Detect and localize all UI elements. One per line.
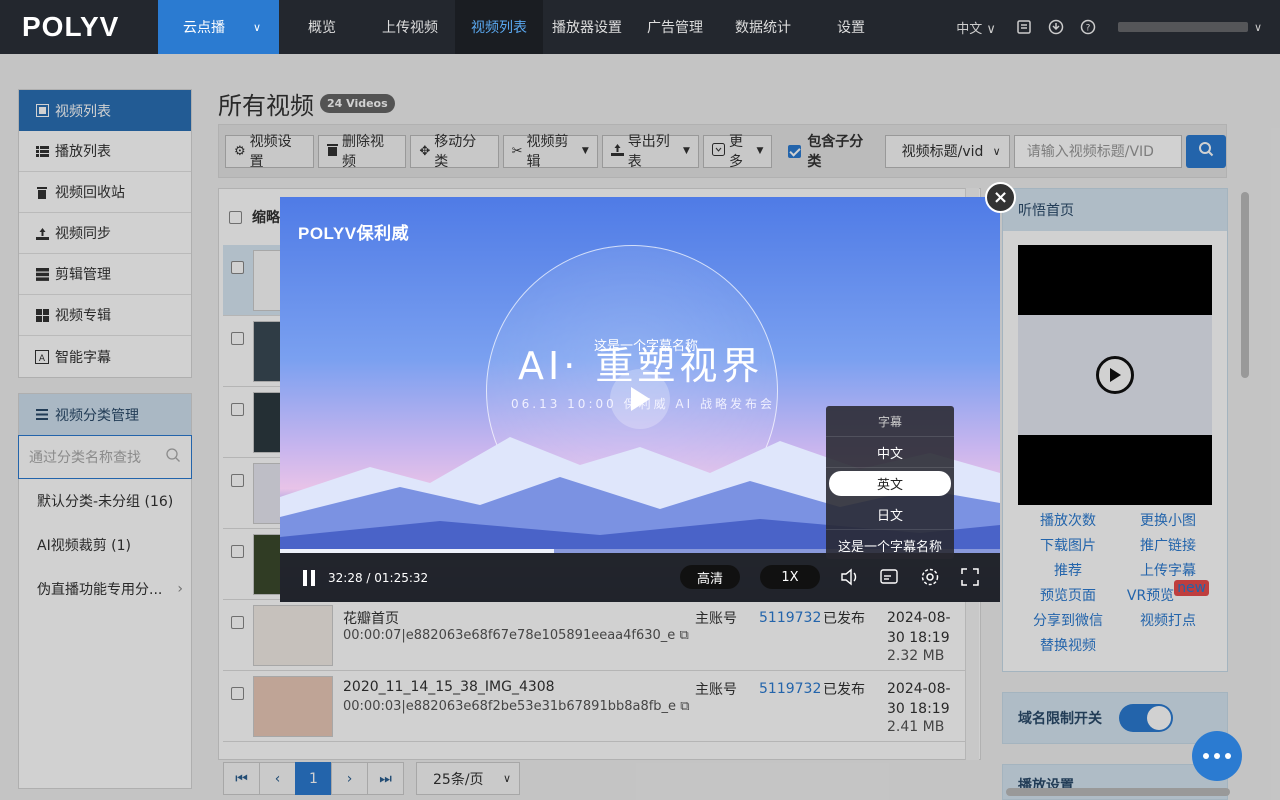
volume-icon[interactable] — [839, 566, 861, 588]
polyv-logo[interactable]: POLYV — [0, 0, 158, 54]
language-label: 中文 — [956, 21, 983, 37]
svg-text:?: ? — [1086, 24, 1091, 34]
top-right-tools: 中文 ∨ ? ∨ — [956, 0, 1280, 54]
nav-video-list[interactable]: 视频列表 — [455, 0, 543, 54]
nav-player-settings[interactable]: 播放器设置 — [543, 0, 631, 54]
top-nav: POLYV 云点播 ∨ 概览 上传视频 视频列表 播放器设置 广告管理 数据统计… — [0, 0, 1280, 54]
nav-upload[interactable]: 上传视频 — [365, 0, 455, 54]
account-chevron-icon[interactable]: ∨ — [1254, 21, 1262, 34]
chat-icon — [1203, 753, 1231, 759]
subtitle-menu: 字幕 中文 英文 日文 这是一个字幕名称 — [826, 406, 954, 559]
account-name[interactable] — [1117, 22, 1248, 32]
pause-icon[interactable] — [302, 569, 316, 586]
product-switcher[interactable]: 云点播 ∨ — [158, 0, 279, 54]
player-brand-logo: POLYV保利威 — [298, 224, 410, 243]
document-icon[interactable] — [1014, 17, 1034, 37]
time-display: 32:28 / 01:25:32 — [328, 570, 429, 585]
play-icon — [631, 387, 650, 411]
close-icon[interactable]: × — [985, 182, 1016, 213]
subtitle-menu-title: 字幕 — [826, 406, 954, 437]
nav-ads[interactable]: 广告管理 — [631, 0, 719, 54]
nav-stats[interactable]: 数据统计 — [719, 0, 807, 54]
language-switch[interactable]: 中文 ∨ — [956, 18, 996, 37]
nav-overview[interactable]: 概览 — [279, 0, 365, 54]
download-icon[interactable] — [1046, 17, 1066, 37]
chevron-down-icon: ∨ — [253, 20, 262, 34]
chat-support-button[interactable] — [1192, 731, 1242, 781]
big-play-button[interactable] — [610, 369, 670, 429]
speed-button[interactable]: 1X — [760, 565, 820, 589]
help-icon[interactable]: ? — [1078, 17, 1098, 37]
subtitle-option-custom[interactable]: 这是一个字幕名称 — [826, 530, 954, 561]
nav-settings[interactable]: 设置 — [807, 0, 895, 54]
product-label: 云点播 — [183, 20, 225, 36]
settings-gear-icon[interactable] — [919, 566, 941, 588]
subtitle-option-chinese[interactable]: 中文 — [826, 437, 954, 468]
subtitle-icon[interactable] — [879, 566, 901, 588]
subtitle-option-japanese[interactable]: 日文 — [826, 499, 954, 530]
quality-button[interactable]: 高清 — [680, 565, 740, 589]
fullscreen-icon[interactable] — [959, 566, 981, 588]
subtitle-option-english[interactable]: 英文 — [829, 471, 951, 496]
